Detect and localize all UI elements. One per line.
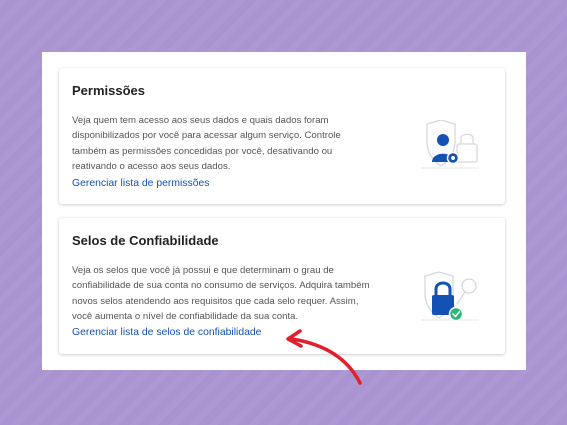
user-shield-icon <box>421 120 479 169</box>
content-panel: Permissões Veja quem tem acesso aos seus… <box>42 52 526 370</box>
card-description: Veja os selos que você já possui e que d… <box>72 265 370 323</box>
manage-permissions-link[interactable]: Gerenciar lista de permissões <box>72 178 209 189</box>
red-arrow-icon <box>286 329 362 385</box>
manage-seals-link[interactable]: Gerenciar lista de selos de confiabilida… <box>72 327 261 338</box>
padlock-check-icon <box>421 271 479 322</box>
card-title: Permissões <box>72 83 145 98</box>
card-title: Selos de Confiabilidade <box>72 233 219 248</box>
permissions-card: Permissões Veja quem tem acesso aos seus… <box>59 68 505 204</box>
card-description: Veja quem tem acesso aos seus dados e qu… <box>72 115 341 173</box>
